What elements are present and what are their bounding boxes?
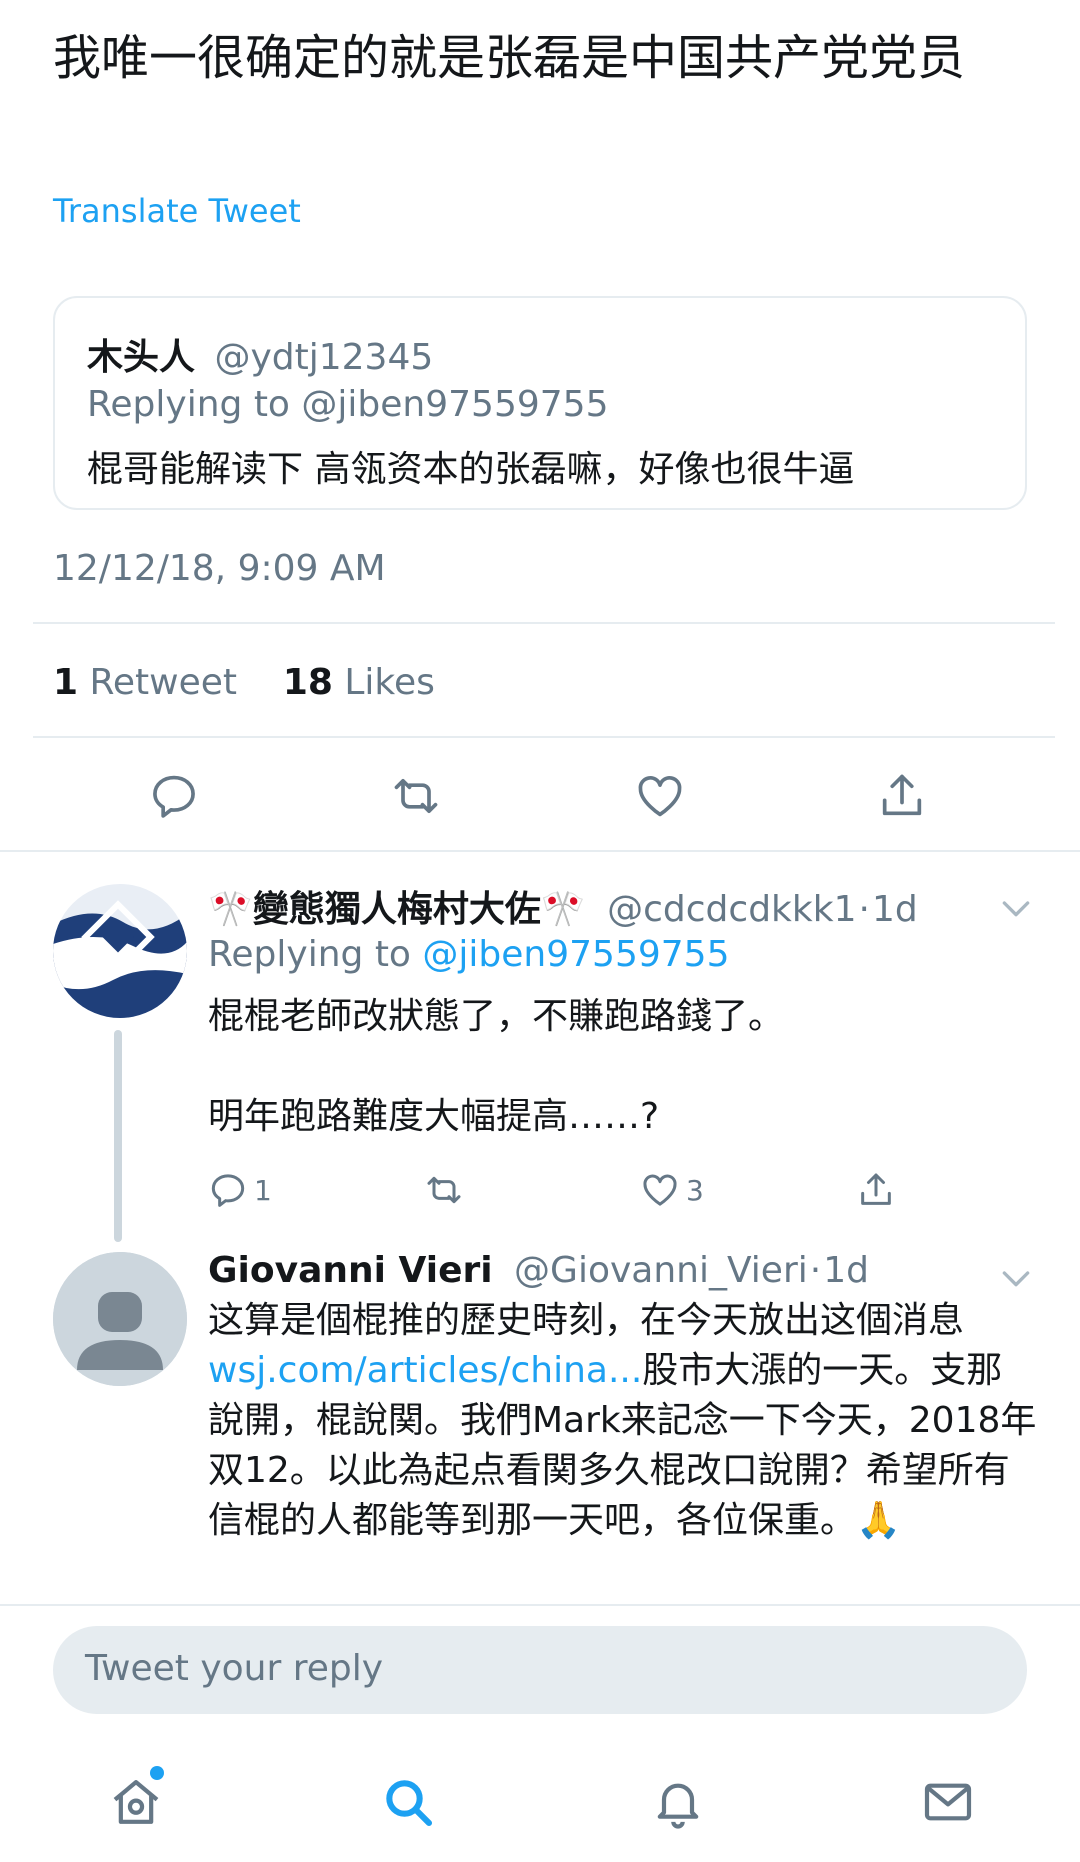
avatar[interactable]	[53, 884, 187, 1018]
engagement-stats: 1 Retweet 18 Likes	[53, 662, 435, 703]
flag-avatar-image	[53, 884, 187, 1018]
like-count: 3	[686, 1173, 704, 1207]
reply-replying-to: Replying to @jiben97559755	[208, 934, 729, 975]
quoted-author-handle: @ydtj12345	[214, 337, 434, 378]
translate-tweet-link[interactable]: Translate Tweet	[53, 192, 301, 230]
divider	[33, 622, 1055, 624]
reply-text-line: 明年跑路難度大幅提高……?	[208, 1096, 660, 1137]
reply-input-placeholder: Tweet your reply	[85, 1648, 384, 1689]
reply-icon	[211, 1174, 245, 1207]
reply-author-handle: @cdcdcdkkk1	[607, 889, 857, 930]
tweet-reply-input[interactable]: Tweet your reply	[53, 1626, 1027, 1714]
quoted-tweet-header: 木头人 @ydtj12345	[87, 328, 433, 380]
chevron-down-icon[interactable]	[996, 888, 1036, 928]
divider	[0, 850, 1080, 852]
chevron-down-icon[interactable]	[996, 1258, 1036, 1298]
quoted-replying-to: Replying to @jiben97559755	[87, 384, 608, 425]
reply-author-name[interactable]: 🎌變態獨人梅村大佐🎌	[208, 889, 586, 930]
divider	[33, 736, 1055, 738]
messages-icon	[924, 1783, 972, 1821]
share-icon	[882, 774, 922, 816]
thread-line	[114, 1030, 122, 1242]
reply-age: 1d	[871, 889, 918, 930]
retweet-count: 1	[53, 662, 79, 703]
likes-count: 18	[282, 662, 333, 703]
avatar[interactable]	[53, 1252, 187, 1386]
reply-retweet-button[interactable]	[424, 1166, 470, 1214]
reply-text-segment: 这算是個棍推的歷史時刻，在今天放出这個消息	[208, 1300, 965, 1341]
bottom-tab-bar	[0, 1740, 1080, 1862]
reply-button[interactable]	[144, 766, 204, 826]
default-user-icon	[53, 1252, 187, 1386]
reply-like-button[interactable]: 3	[640, 1166, 704, 1214]
notification-dot	[150, 1766, 164, 1780]
separator-dot: ·	[858, 889, 870, 930]
reply-text-line: 棍棍老師改狀態了，不賺跑路錢了。	[208, 996, 785, 1037]
tab-notifications[interactable]	[646, 1770, 710, 1834]
quoted-tweet-card[interactable]: 木头人 @ydtj12345 Replying to @jiben9755975…	[53, 296, 1027, 510]
reply-count: 1	[254, 1173, 272, 1207]
retweet-icon	[427, 1176, 461, 1204]
reply-share-button[interactable]	[856, 1166, 902, 1214]
retweet-button[interactable]	[386, 766, 446, 826]
like-icon	[643, 1174, 677, 1206]
reply-header: Giovanni Vieri @Giovanni_Vieri·1d	[208, 1250, 869, 1291]
home-icon	[113, 1780, 159, 1824]
like-button[interactable]	[630, 766, 690, 826]
separator-dot: ·	[809, 1250, 822, 1291]
tab-messages[interactable]	[916, 1770, 980, 1834]
divider	[0, 1604, 1080, 1606]
retweet-icon	[394, 778, 438, 814]
retweet-label[interactable]: Retweet	[90, 662, 238, 703]
share-button[interactable]	[872, 766, 932, 826]
share-icon	[861, 1173, 891, 1205]
tab-search[interactable]	[376, 1770, 440, 1834]
replying-to-handle[interactable]: @jiben97559755	[422, 934, 729, 975]
reply-icon	[153, 775, 195, 818]
notifications-icon	[657, 1783, 699, 1829]
quoted-replying-to-label: Replying to	[87, 384, 290, 425]
quoted-replying-to-handle: @jiben97559755	[301, 384, 609, 425]
reply-author-handle: @Giovanni_Vieri	[514, 1250, 808, 1291]
tweet-timestamp: 12/12/18, 9:09 AM	[53, 548, 386, 589]
reply-header: 🎌變態獨人梅村大佐🎌 @cdcdcdkkk1·1d	[208, 880, 918, 932]
reply-author-name[interactable]: Giovanni Vieri	[208, 1250, 493, 1291]
search-icon	[386, 1780, 433, 1827]
article-link[interactable]: wsj.com/articles/china...	[208, 1350, 642, 1391]
like-icon	[638, 775, 682, 817]
reply-reply-button[interactable]: 1	[208, 1166, 272, 1214]
tweet-text: 我唯一很确定的就是张磊是中国共产党党员	[53, 30, 966, 86]
reply-age: 1d	[823, 1250, 869, 1291]
replying-to-label: Replying to	[208, 934, 411, 975]
quoted-tweet-body: 棍哥能解读下 高瓴资本的张磊嘛，好像也很牛逼	[87, 449, 855, 490]
reply-text: 这算是個棍推的歷史時刻，在今天放出这個消息 wsj.com/articles/ch…	[208, 1296, 1038, 1546]
likes-label[interactable]: Likes	[344, 662, 435, 703]
quoted-author-name: 木头人	[87, 337, 196, 378]
